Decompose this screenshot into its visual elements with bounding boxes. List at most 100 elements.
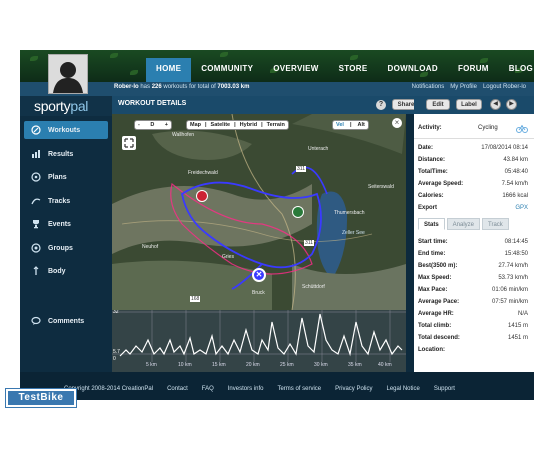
position-marker-icon[interactable]: ✕ [252, 268, 266, 282]
mode-velocity[interactable]: Vel [336, 122, 344, 128]
detail-row: Distance: 43.84 km [418, 156, 528, 163]
x-axis-label: 40 km [378, 362, 392, 368]
map-label: Schüttdorf [302, 284, 325, 290]
tab-track[interactable]: Track [482, 218, 509, 230]
tab-analyze[interactable]: Analyze [446, 218, 481, 230]
x-axis-label: 10 km [178, 362, 192, 368]
footer-link-terms[interactable]: Terms of service [277, 386, 321, 392]
results-icon [30, 148, 42, 160]
tracks-icon [30, 195, 42, 207]
stat-row: Max Pace: 01:06 min/km [418, 286, 528, 293]
map-label: Gries [222, 254, 234, 260]
footer-link-investors[interactable]: Investors info [228, 386, 264, 392]
mode-altitude[interactable]: Alt [358, 122, 365, 128]
zoom-reset-button[interactable]: D [150, 122, 154, 128]
map-type-selector: Map | Satelite | Hybrid | Terrain [186, 120, 289, 130]
zoom-in-button[interactable]: + [165, 122, 168, 128]
prev-workout-button[interactable]: ◀ [490, 99, 501, 110]
sidebar-item-label: Comments [48, 317, 85, 325]
sidebar-item-label: Events [48, 220, 71, 228]
user-links: Notifications My Profile Logout Rober-lo [412, 84, 526, 90]
logout-link[interactable]: Logout Rober-lo [483, 84, 526, 90]
elevation-chart[interactable]: 32 5.7 0 5 km 10 km 15 km 20 km 25 km 30… [112, 310, 406, 372]
map-type-hybrid[interactable]: Hybrid [240, 122, 257, 128]
stat-row: Start time: 08:14:45 [418, 238, 528, 245]
activity-row: Activity: Cycling [418, 121, 528, 135]
map-label: Unterach [308, 146, 329, 152]
footer-link-legal[interactable]: Legal Notice [386, 386, 419, 392]
fullscreen-button[interactable] [122, 136, 136, 150]
stat-row: Location: [418, 346, 445, 353]
workouts-icon [30, 124, 42, 136]
workout-details-panel: Activity: Cycling Date: 17/08/2014 08:14 … [414, 114, 534, 372]
sidebar-item-tracks[interactable]: Tracks [24, 192, 108, 210]
copyright-text: Copyright 2008-2014 CreationPal [64, 386, 154, 392]
map-label: Wallhofen [172, 132, 195, 138]
road-marker: 311 [296, 166, 306, 172]
footer-link-support[interactable]: Support [434, 386, 455, 392]
map-type-satelite[interactable]: Satelite [211, 122, 231, 128]
footer-link-faq[interactable]: FAQ [202, 386, 214, 392]
x-axis: 5 km 10 km 15 km 20 km 25 km 30 km 35 km… [112, 362, 406, 372]
sidebar-item-events[interactable]: Events [24, 215, 108, 233]
events-icon [30, 218, 42, 230]
avatar[interactable] [48, 54, 88, 94]
sidebar-item-comments[interactable]: Comments [24, 312, 108, 330]
footer-link-contact[interactable]: Contact [167, 386, 188, 392]
next-workout-button[interactable]: ▶ [506, 99, 517, 110]
stat-row: Best(3500 m): 27.74 km/h [418, 262, 528, 269]
export-gpx-link[interactable]: GPX [515, 205, 528, 211]
map-type-map[interactable]: Map [190, 122, 201, 128]
stat-row: Total descend: 1451 m [418, 334, 528, 341]
map-type-terrain[interactable]: Terrain [267, 122, 285, 128]
chevron-left-icon: ◀ [493, 101, 498, 107]
x-axis-label: 30 km [314, 362, 328, 368]
x-axis-label: 20 km [246, 362, 260, 368]
map-label: Thumersbach [334, 210, 365, 216]
body-icon [30, 265, 42, 277]
road-marker: 311 [304, 240, 314, 246]
comments-icon [30, 315, 42, 327]
expand-icon [124, 138, 134, 148]
user-silhouette-icon [49, 55, 87, 93]
activity-value: Cycling [477, 125, 498, 131]
sidebar-item-label: Results [48, 150, 74, 158]
start-marker-icon[interactable] [196, 190, 208, 202]
end-marker-icon[interactable] [292, 206, 304, 218]
help-icon[interactable]: ? [376, 100, 386, 110]
app-frame: HOME COMMUNITY OVERVIEW STORE DOWNLOAD F… [20, 50, 534, 400]
footer: Copyright 2008-2014 CreationPal Contact … [20, 372, 534, 400]
y-axis-label: 32 [113, 310, 119, 315]
overlay-mode-selector: Vel | Alt [332, 120, 369, 130]
plans-icon [30, 171, 42, 183]
sidebar-item-results[interactable]: Results [24, 145, 108, 163]
sidebar-item-label: Tracks [48, 197, 71, 205]
footer-link-privacy[interactable]: Privacy Policy [335, 386, 372, 392]
road-marker: 168 [190, 296, 201, 302]
edit-button[interactable]: Edit [426, 99, 450, 110]
sidebar-item-workouts[interactable]: Workouts [24, 121, 108, 139]
sidebar-item-label: Plans [48, 173, 67, 181]
detail-row: Calories: 1666 kcal [418, 192, 528, 199]
detail-row: Date: 17/08/2014 08:14 [418, 144, 528, 151]
sidebar-item-plans[interactable]: Plans [24, 168, 108, 186]
close-icon[interactable]: × [392, 118, 402, 128]
y-axis-label: 5.7 [113, 349, 120, 355]
map-view[interactable]: - D + Map | Satelite | Hybrid | Terrain Vel… [112, 114, 406, 310]
zoom-out-button[interactable]: - [138, 122, 140, 128]
info-bar: Rober-lo has 226 workouts for total of 7… [20, 82, 534, 97]
page-title: WORKOUT DETAILS [118, 100, 187, 107]
tab-stats[interactable]: Stats [418, 218, 445, 230]
user-summary: Rober-lo has 226 workouts for total of 7… [114, 84, 250, 90]
user-name[interactable]: Rober-lo [114, 84, 139, 90]
x-axis-label: 15 km [212, 362, 226, 368]
workout-count: 226 [151, 84, 162, 90]
label-button[interactable]: Label [456, 99, 482, 110]
app-logo[interactable]: sportypal [20, 96, 112, 116]
my-profile-link[interactable]: My Profile [450, 84, 477, 90]
notifications-link[interactable]: Notifications [412, 84, 445, 90]
sidebar-item-body[interactable]: Body [24, 262, 108, 280]
testbike-watermark: TestBike [6, 389, 76, 407]
detail-row: Export GPX [418, 204, 528, 211]
sidebar-item-groups[interactable]: Groups [24, 239, 108, 257]
